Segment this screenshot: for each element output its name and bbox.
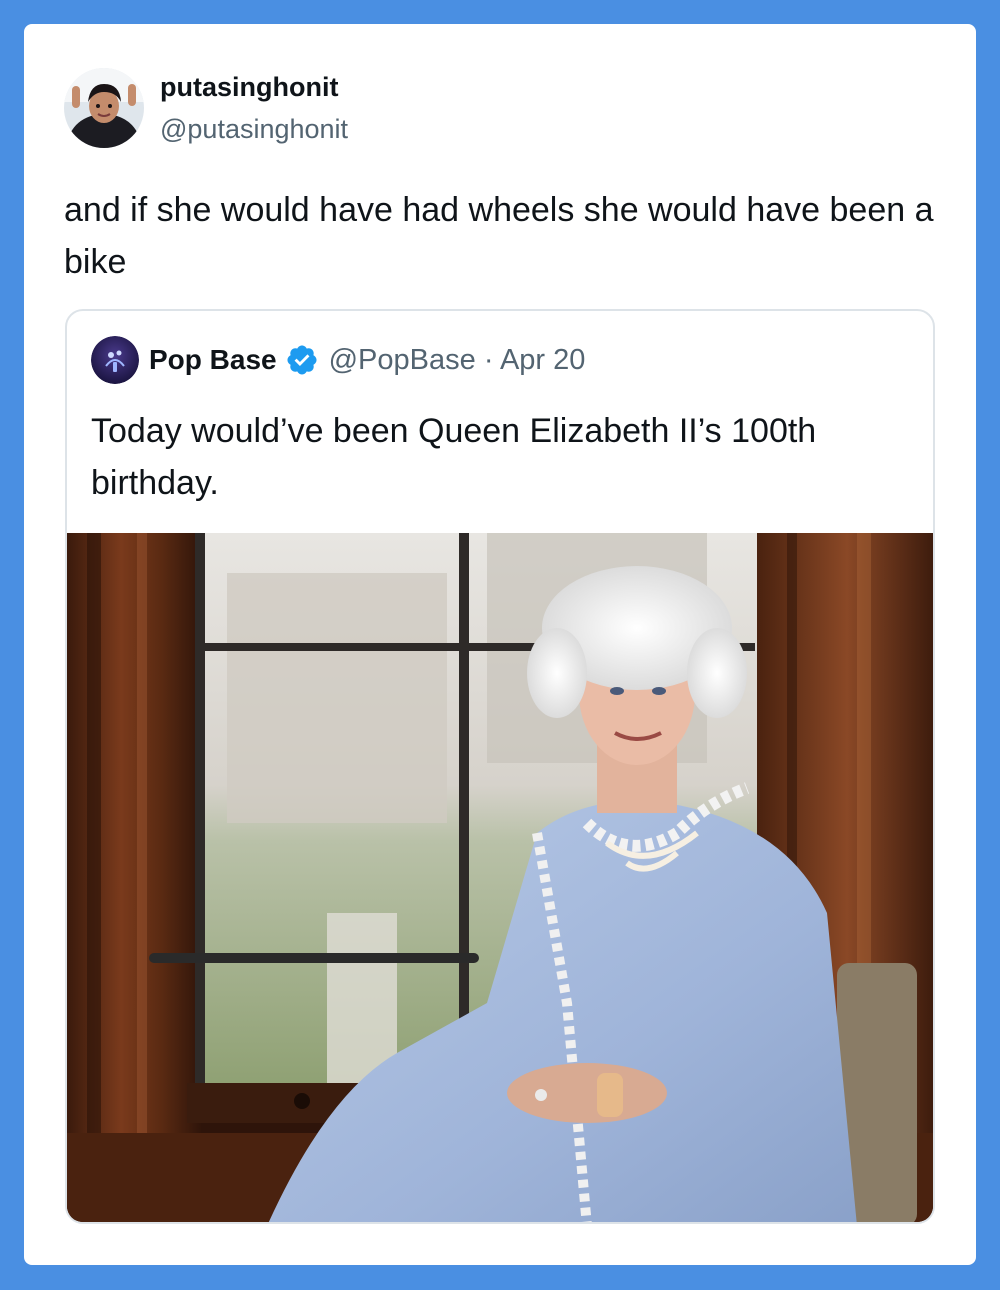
tweet-header: putasinghonit @putasinghonit	[64, 68, 348, 148]
quoted-tweet[interactable]: Pop Base @PopBase · Apr 20 Today would’v…	[65, 309, 935, 1224]
user-avatar-icon[interactable]	[64, 68, 144, 148]
quoted-tweet-text: Today would’ve been Queen Elizabeth II’s…	[91, 412, 817, 502]
author-handle[interactable]: @putasinghonit	[160, 111, 348, 147]
quoted-author-handle[interactable]: @PopBase	[329, 344, 476, 376]
quoted-tweet-date[interactable]: Apr 20	[500, 344, 585, 376]
tweet-card: putasinghonit @putasinghonit and if she …	[24, 24, 976, 1265]
quoted-tweet-header: Pop Base @PopBase · Apr 20	[91, 335, 585, 385]
meta-separator: ·	[483, 343, 494, 376]
quoted-author-display-name[interactable]: Pop Base	[149, 344, 277, 376]
author-display-name[interactable]: putasinghonit	[160, 69, 348, 105]
tweet-text: and if she would have had wheels she wou…	[64, 191, 934, 281]
quoted-tweet-meta: @PopBase · Apr 20	[329, 344, 586, 377]
verified-badge-icon	[285, 343, 319, 377]
pop-base-logo-icon[interactable]	[91, 336, 139, 384]
queen-portrait-image[interactable]	[67, 533, 933, 1222]
